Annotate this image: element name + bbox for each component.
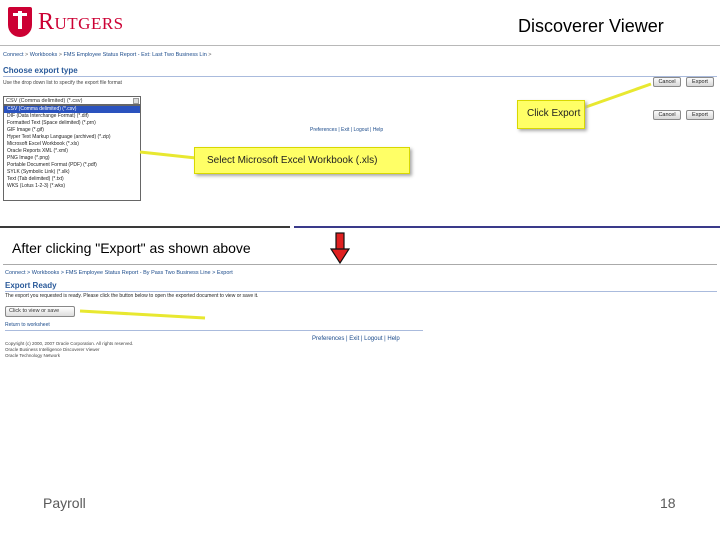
section-divider-left <box>0 226 290 228</box>
copyright-text: Copyright (c) 2000, 2007 Oracle Corporat… <box>5 341 134 358</box>
breadcrumb-connect[interactable]: Connect <box>5 270 26 276</box>
breadcrumb-export: Export <box>216 270 233 276</box>
nav-links[interactable]: Preferences | Exit | Logout | Help <box>312 336 400 342</box>
breadcrumb-report[interactable]: FMS Employee Status Report - By Pass Two… <box>65 270 210 276</box>
export-ready-message: The export you requested is ready. Pleas… <box>5 293 259 299</box>
breadcrumb: Connect > Workbooks > FMS Employee Statu… <box>5 270 233 276</box>
divider <box>5 291 717 292</box>
section-title: Export Ready <box>5 281 57 290</box>
click-export-callout: Click Export <box>517 100 585 129</box>
section-divider-right <box>294 226 720 228</box>
arrow-to-export <box>582 82 652 110</box>
export-ready-screenshot: Connect > Workbooks > FMS Employee Statu… <box>0 264 720 374</box>
arrow-to-excel-option <box>139 150 197 160</box>
select-excel-callout: Select Microsoft Excel Workbook (.xls) <box>194 147 410 174</box>
open-export-button[interactable]: Click to view or save <box>5 306 75 317</box>
divider <box>3 264 717 265</box>
after-export-caption: After clicking "Export" as shown above <box>12 240 251 256</box>
down-arrow-icon <box>330 232 350 264</box>
breadcrumb-workbooks[interactable]: Workbooks <box>32 270 59 276</box>
return-to-worksheet-link[interactable]: Return to worksheet <box>5 322 50 328</box>
divider <box>5 330 423 331</box>
footer-label: Payroll <box>43 495 86 511</box>
page-number: 18 <box>660 495 676 511</box>
